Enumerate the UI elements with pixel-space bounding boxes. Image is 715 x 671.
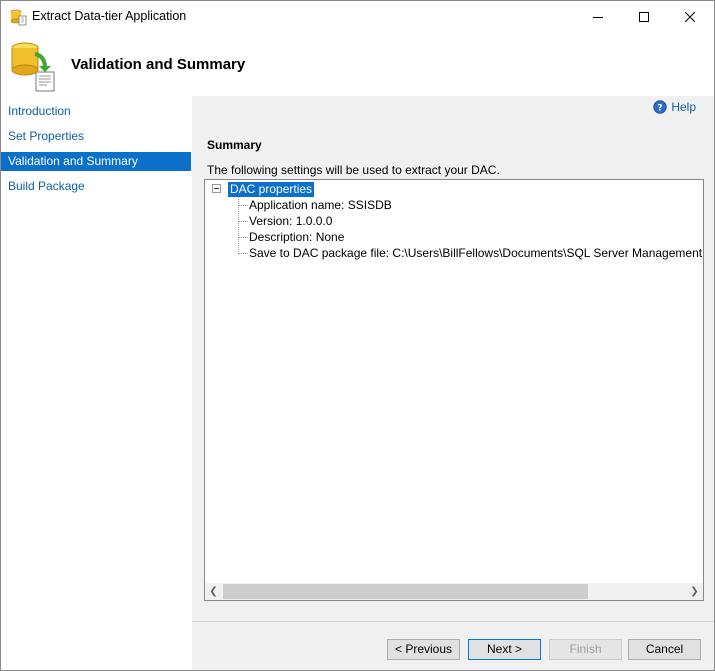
- tree-connector: [239, 205, 248, 206]
- scrollbar-thumb[interactable]: [223, 584, 588, 599]
- window-title: Extract Data-tier Application: [32, 9, 187, 23]
- finish-button[interactable]: Finish: [549, 639, 622, 660]
- help-link[interactable]: ? Help: [653, 100, 696, 114]
- help-label: Help: [671, 100, 696, 114]
- cancel-button[interactable]: Cancel: [628, 639, 701, 660]
- tree-item-description[interactable]: Description: None: [249, 229, 344, 245]
- nav-item-set-properties[interactable]: Set Properties: [1, 127, 191, 146]
- tree-item-application-name[interactable]: Application name: SSISDB: [249, 197, 392, 213]
- footer-divider: [192, 621, 714, 622]
- nav-item-build-package[interactable]: Build Package: [1, 177, 191, 196]
- content-panel: ? Help Summary The following settings wi…: [192, 96, 714, 670]
- wizard-nav: Introduction Set Properties Validation a…: [1, 96, 192, 670]
- horizontal-scrollbar[interactable]: ❮ ❯: [205, 583, 703, 600]
- maximize-icon: [639, 11, 649, 22]
- database-package-icon: [9, 40, 57, 92]
- summary-description: The following settings will be used to e…: [207, 163, 500, 177]
- wizard-header: Validation and Summary: [1, 32, 714, 96]
- svg-text:?: ?: [658, 104, 663, 114]
- nav-item-validation-and-summary[interactable]: Validation and Summary: [1, 152, 191, 171]
- title-bar[interactable]: Extract Data-tier Application: [1, 1, 714, 32]
- previous-button[interactable]: < Previous: [387, 639, 460, 660]
- minimize-button[interactable]: [575, 1, 621, 32]
- collapse-toggle-icon[interactable]: [212, 184, 221, 193]
- page-title: Validation and Summary: [71, 56, 246, 73]
- tree-connector: [239, 253, 248, 254]
- maximize-button[interactable]: [621, 1, 667, 32]
- close-button[interactable]: [667, 1, 713, 32]
- tree-item-version[interactable]: Version: 1.0.0.0: [249, 213, 332, 229]
- next-button[interactable]: Next >: [468, 639, 541, 660]
- database-extract-icon: [9, 8, 27, 26]
- summary-tree[interactable]: DAC properties Application name: SSISDB …: [204, 179, 704, 601]
- help-icon: ?: [653, 100, 668, 114]
- tree-item-package-file[interactable]: Save to DAC package file: C:\Users\BillF…: [249, 245, 703, 261]
- nav-item-introduction[interactable]: Introduction: [1, 102, 191, 121]
- scroll-right-icon[interactable]: ❯: [686, 583, 703, 600]
- dialog-window: Extract Data-tier Application Validation…: [0, 0, 715, 671]
- minimize-icon: [593, 16, 603, 18]
- tree-connector: [239, 237, 248, 238]
- tree-connector: [239, 221, 248, 222]
- summary-heading: Summary: [207, 138, 262, 152]
- scroll-left-icon[interactable]: ❮: [205, 583, 222, 600]
- tree-root-dac-properties[interactable]: DAC properties: [228, 182, 315, 197]
- close-icon: [685, 11, 695, 22]
